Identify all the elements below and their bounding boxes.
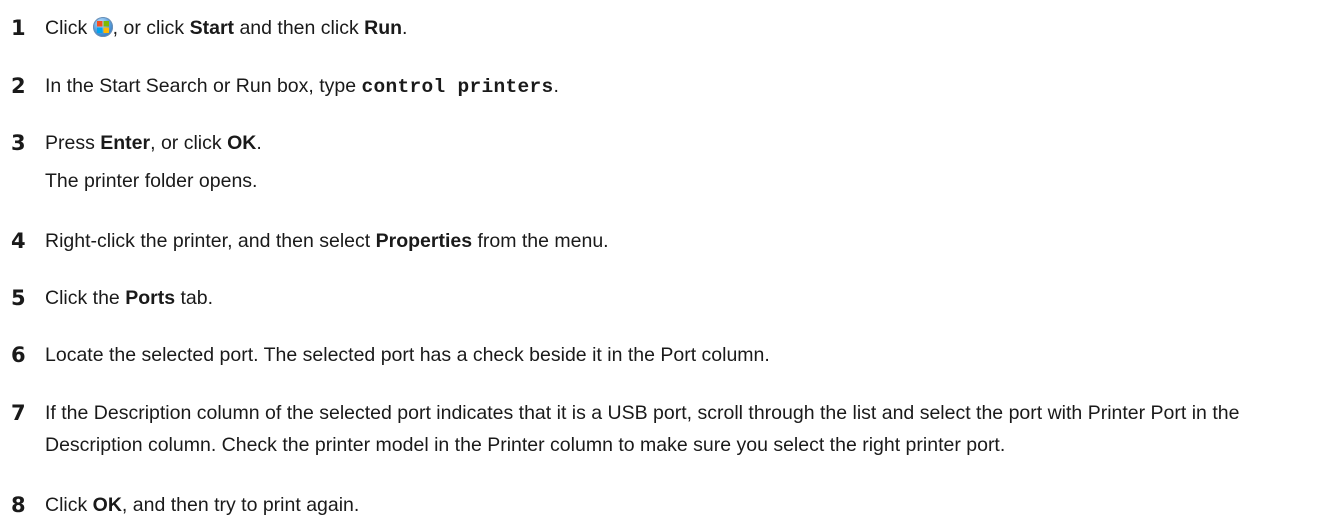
step-number: 5: [11, 286, 26, 310]
ui-term-ports: Ports: [125, 287, 176, 309]
text-run: , or click: [112, 17, 190, 39]
step-number: 4: [11, 229, 26, 253]
step-text: In the Start Search or Run box, type con…: [45, 70, 1315, 103]
text-run: Right-click the printer, and then select: [45, 230, 376, 252]
text-run: .: [256, 132, 262, 154]
step-text: Press Enter, or click OK.: [45, 127, 1315, 159]
step-number: 3: [11, 131, 26, 155]
text-run: tab.: [175, 287, 214, 309]
step-result-note: The printer folder opens.: [45, 170, 258, 192]
text-run: and then click: [234, 17, 365, 39]
command-text: control printers: [361, 76, 554, 98]
text-run: .: [553, 75, 559, 97]
step-text: If the Description column of the selecte…: [45, 402, 1240, 456]
ui-term-enter: Enter: [100, 132, 151, 154]
text-run: from the menu.: [472, 230, 609, 252]
step-text: Click , or click Start and then click Ru…: [45, 12, 1315, 44]
ui-term-properties: Properties: [375, 230, 473, 252]
step-text: Right-click the printer, and then select…: [45, 225, 1315, 257]
text-run: Press: [45, 132, 101, 154]
ui-term-start: Start: [189, 17, 235, 39]
text-run: Click: [45, 494, 93, 516]
text-run: Click the: [45, 287, 126, 309]
step-number: 7: [11, 401, 26, 425]
windows-start-orb-icon: [92, 17, 113, 37]
step-text: Click the Ports tab.: [45, 282, 1315, 314]
step-number: 2: [11, 74, 26, 98]
step-number: 1: [11, 16, 26, 40]
step-text: Locate the selected port. The selected p…: [45, 344, 770, 366]
text-run: .: [402, 17, 408, 39]
ui-term-ok: OK: [227, 132, 257, 154]
text-run: In the Start Search or Run box, type: [45, 75, 362, 97]
step-number: 6: [11, 343, 26, 367]
text-run: , or click: [150, 132, 228, 154]
ui-term-ok: OK: [92, 494, 122, 516]
text-run: Click: [45, 17, 93, 39]
text-run: , and then try to print again.: [121, 494, 360, 516]
ui-term-run: Run: [364, 17, 403, 39]
step-text: Click OK, and then try to print again.: [45, 489, 1315, 521]
step-number: 8: [11, 493, 26, 517]
